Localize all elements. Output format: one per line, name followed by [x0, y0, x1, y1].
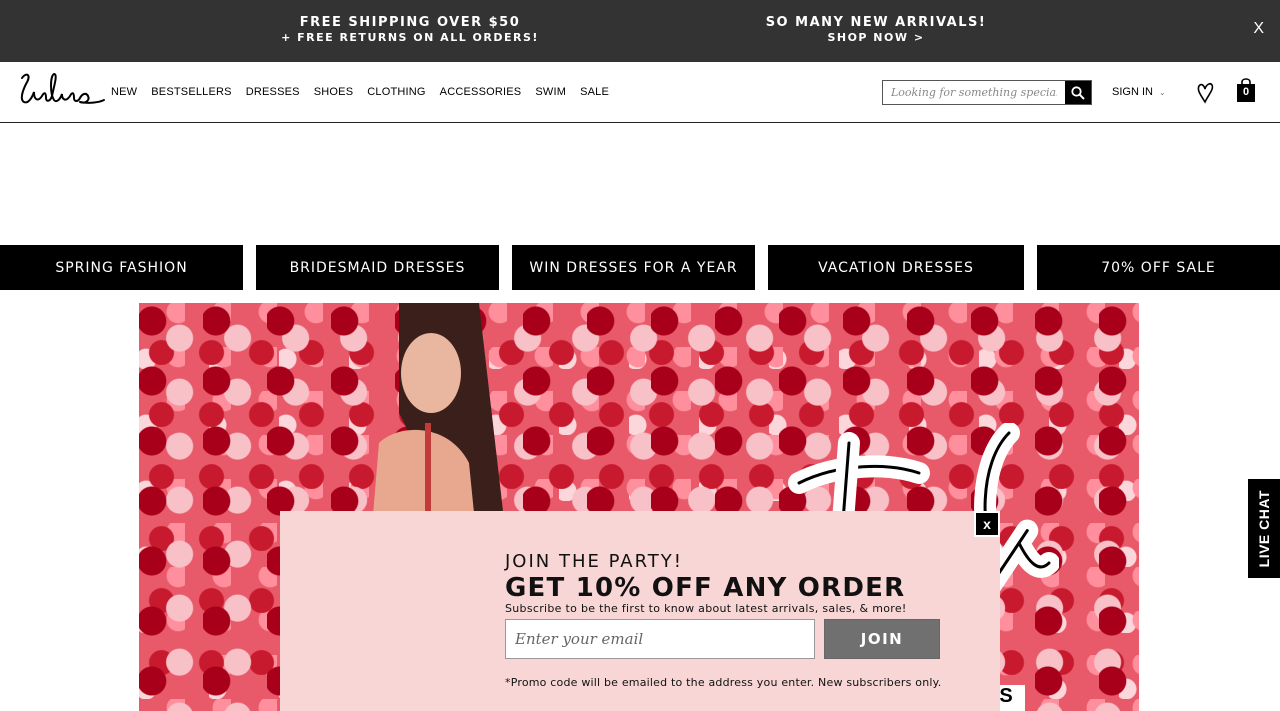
promo-bar: FREE SHIPPING OVER $50 + FREE RETURNS ON…: [0, 0, 1280, 62]
nav-swim[interactable]: SWIM: [535, 86, 566, 98]
promo-bar-close-button[interactable]: X: [1253, 20, 1264, 38]
category-bridesmaid-dresses[interactable]: BRIDESMAID DRESSES: [256, 245, 499, 290]
search-box: [882, 80, 1092, 105]
promo-fine-print: *Promo code will be emailed to the addre…: [505, 676, 942, 689]
nav-new[interactable]: NEW: [111, 86, 137, 98]
category-spring-fashion[interactable]: SPRING FASHION: [0, 245, 243, 290]
search-input[interactable]: [883, 81, 1065, 104]
wishlist-heart-icon[interactable]: [1196, 82, 1214, 104]
main-nav: NEW BESTSELLERS DRESSES SHOES CLOTHING A…: [111, 86, 609, 98]
modal-kicker: JOIN THE PARTY!: [505, 551, 684, 572]
category-sale[interactable]: 70% OFF SALE: [1037, 245, 1280, 290]
signup-modal: JOIN THE PARTY! GET 10% OFF ANY ORDER Su…: [280, 511, 1000, 711]
sign-in-menu[interactable]: SIGN IN ⌄: [1112, 86, 1166, 98]
shop-now-link[interactable]: SHOP NOW >: [720, 31, 1032, 45]
modal-subtitle: Subscribe to be the first to know about …: [505, 602, 907, 615]
free-shipping-promo[interactable]: FREE SHIPPING OVER $50 + FREE RETURNS ON…: [250, 15, 570, 45]
nav-sale[interactable]: SALE: [580, 86, 609, 98]
modal-title: GET 10% OFF ANY ORDER: [505, 573, 906, 603]
free-returns-text: + FREE RETURNS ON ALL ORDERS!: [281, 31, 539, 44]
sign-in-label: SIGN IN: [1112, 86, 1153, 98]
nav-accessories[interactable]: ACCESSORIES: [440, 86, 522, 98]
nav-shoes[interactable]: SHOES: [314, 86, 354, 98]
live-chat-tab[interactable]: LIVE CHAT: [1248, 479, 1280, 578]
shopping-bag-button[interactable]: 0: [1237, 77, 1255, 103]
category-vacation-dresses[interactable]: VACATION DRESSES: [768, 245, 1024, 290]
chevron-down-icon: ⌄: [1158, 88, 1166, 97]
new-arrivals-promo[interactable]: SO MANY NEW ARRIVALS! SHOP NOW >: [720, 15, 1032, 45]
live-chat-label: LIVE CHAT: [1256, 489, 1272, 568]
category-win-dresses[interactable]: WIN DRESSES FOR A YEAR: [512, 245, 755, 290]
site-header: NEW BESTSELLERS DRESSES SHOES CLOTHING A…: [0, 62, 1280, 123]
nav-clothing[interactable]: CLOTHING: [367, 86, 425, 98]
new-arrivals-text: SO MANY NEW ARRIVALS!: [765, 15, 987, 30]
search-button[interactable]: [1065, 81, 1091, 104]
modal-close-button[interactable]: x: [974, 511, 1000, 537]
nav-dresses[interactable]: DRESSES: [246, 86, 300, 98]
email-field[interactable]: [505, 619, 815, 659]
nav-bestsellers[interactable]: BESTSELLERS: [151, 86, 231, 98]
lulus-logo[interactable]: [18, 70, 106, 112]
cart-count: 0: [1242, 86, 1250, 98]
search-icon: [1071, 85, 1085, 100]
join-button[interactable]: JOIN: [824, 619, 940, 659]
free-shipping-text: FREE SHIPPING OVER $50: [299, 15, 521, 30]
category-strip: SPRING FASHION BRIDESMAID DRESSES WIN DR…: [0, 245, 1280, 290]
